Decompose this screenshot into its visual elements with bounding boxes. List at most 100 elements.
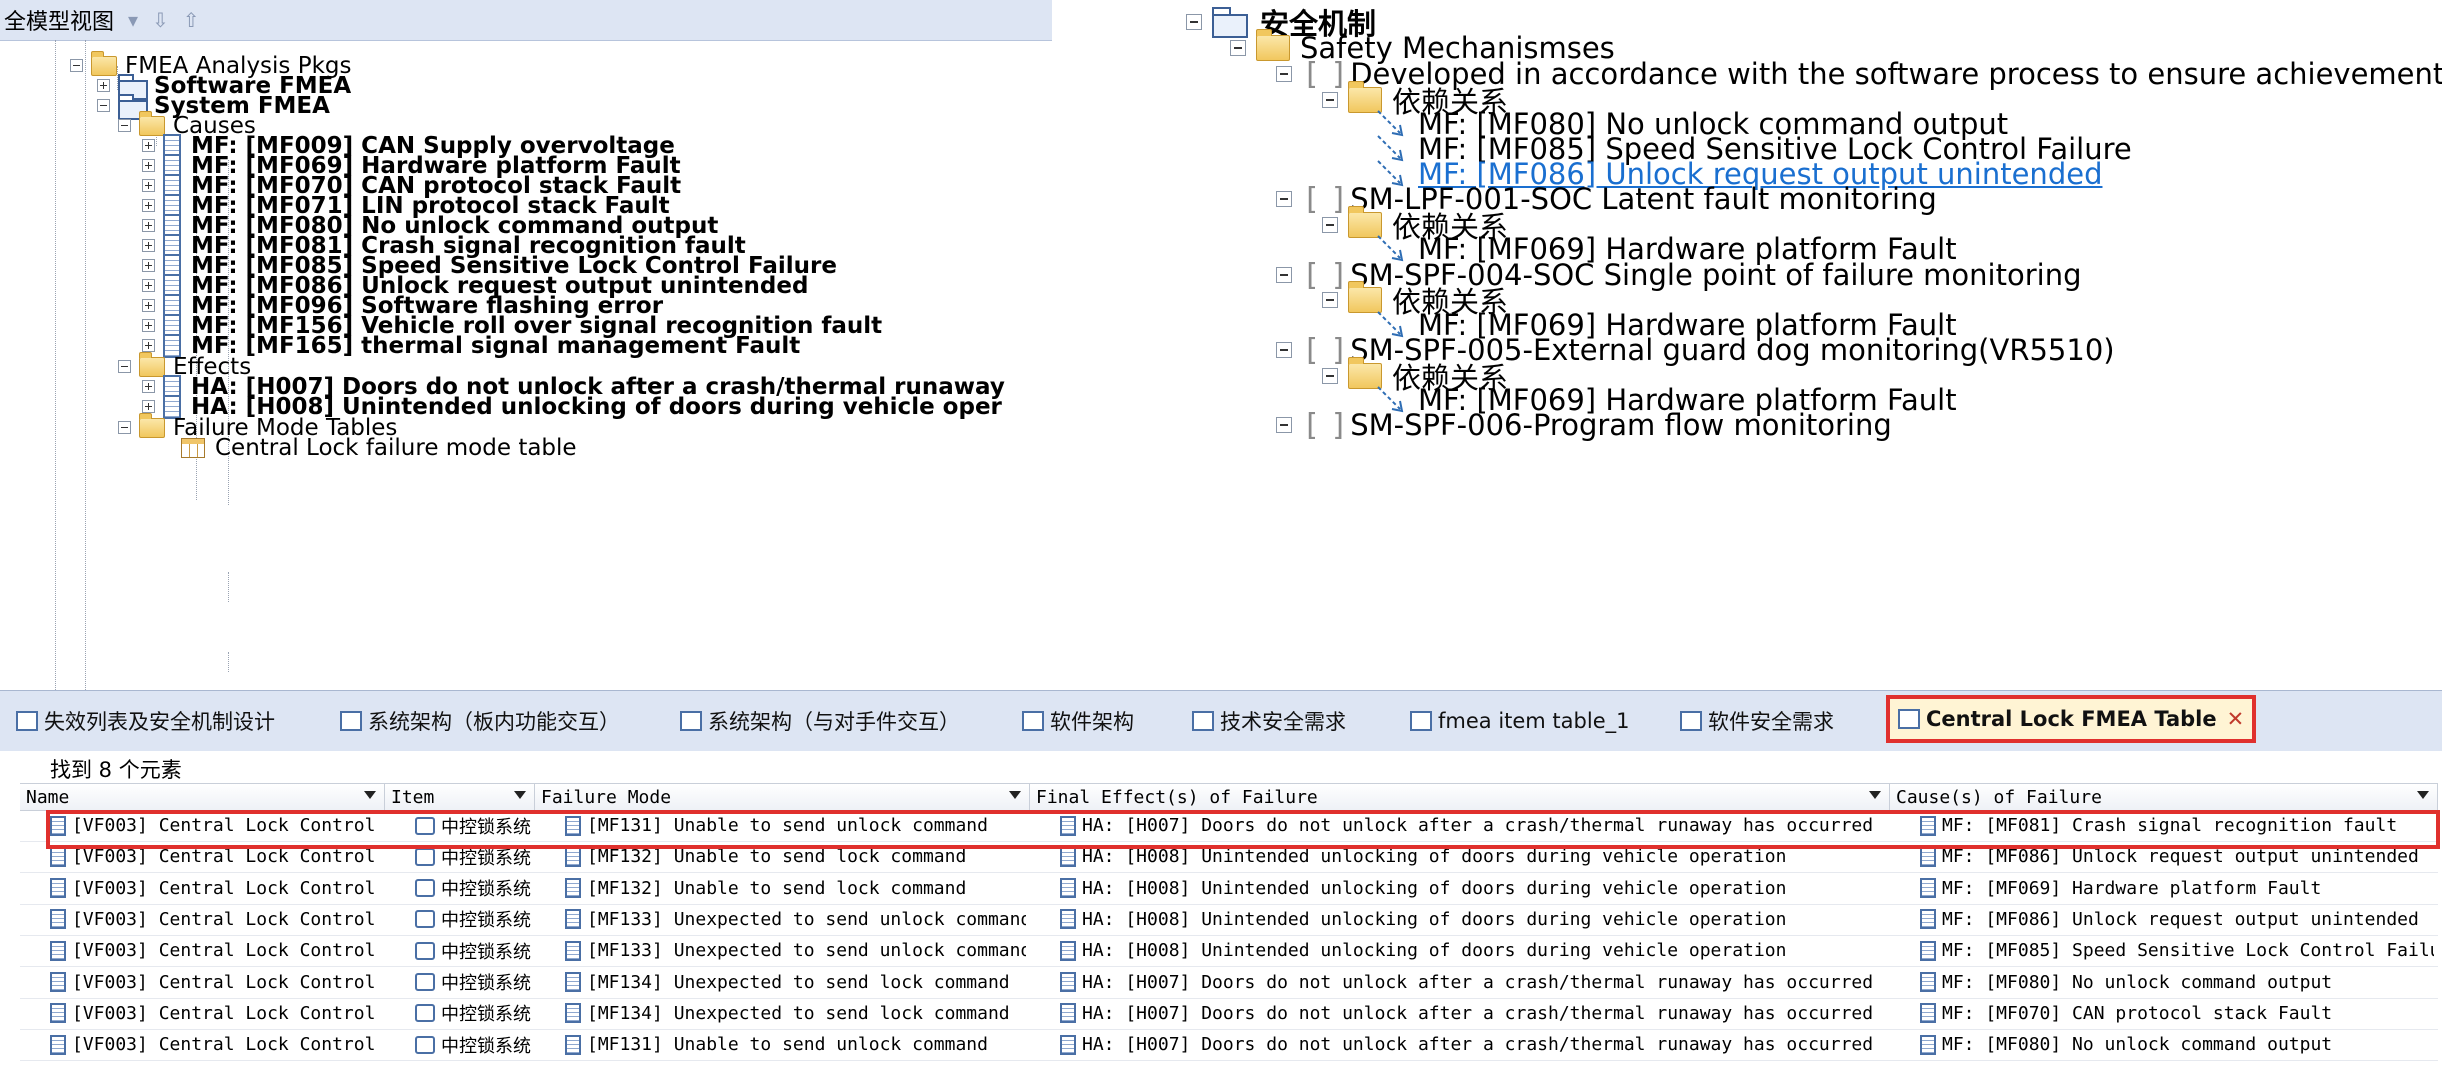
table-cell[interactable]: MF: [MF085] Speed Sensitive Lock Control…	[1920, 935, 2434, 966]
table-cell[interactable]: [VF003] Central Lock Control	[50, 967, 381, 998]
move-down-icon[interactable]: ⇩	[152, 8, 169, 32]
tab-label: 软件安全需求	[1708, 710, 1834, 734]
collapse-icon[interactable]	[1276, 66, 1292, 82]
column-header-3[interactable]: Final Effect(s) of Failure	[1030, 784, 1890, 810]
tab-6[interactable]: 软件安全需求	[1680, 701, 1834, 741]
table-cell[interactable]: [MF132] Unable to send lock command	[565, 841, 1026, 872]
table-cell[interactable]: [MF131] Unable to send unlock command	[565, 1029, 1026, 1060]
table-cell[interactable]: HA: [H007] Doors do not unlock after a c…	[1060, 967, 1886, 998]
table-cell[interactable]: [MF132] Unable to send lock command	[565, 873, 1026, 904]
collapse-icon[interactable]	[1276, 267, 1292, 283]
collapse-icon[interactable]	[1322, 368, 1338, 384]
table-row[interactable]: [VF003] Central Lock Control 中控锁系统 [MF131]…	[20, 1029, 2438, 1062]
table-cell[interactable]: HA: [H008] Unintended unlocking of doors…	[1060, 935, 1886, 966]
element-icon	[1060, 940, 1076, 961]
table-cell[interactable]: MF: [MF081] Crash signal recognition fau…	[1920, 810, 2434, 841]
tab-3[interactable]: 软件架构	[1022, 701, 1134, 741]
collapse-icon[interactable]	[1276, 417, 1292, 433]
table-cell[interactable]: HA: [H007] Doors do not unlock after a c…	[1060, 1029, 1886, 1060]
tree-node[interactable]: Central Lock failure mode table	[160, 432, 577, 463]
table-row[interactable]: [VF003] Central Lock Control 中控锁系统 [MF133]…	[20, 935, 2438, 968]
element-icon	[50, 1034, 66, 1055]
table-cell[interactable]: [VF003] Central Lock Control	[50, 810, 381, 841]
column-filter-icon[interactable]	[1869, 791, 1881, 799]
column-filter-icon[interactable]	[1009, 791, 1021, 799]
model-tree-title[interactable]: 全模型视图	[4, 4, 114, 36]
collapse-icon[interactable]	[1322, 92, 1338, 108]
table-row[interactable]: [VF003] Central Lock Control 中控锁系统 [MF133]…	[20, 904, 2438, 936]
table-cell[interactable]: MF: [MF080] No unlock command output	[1920, 1029, 2434, 1060]
tab-0[interactable]: 失效列表及安全机制设计	[16, 701, 275, 741]
table-cell[interactable]: [VF003] Central Lock Control	[50, 935, 381, 966]
column-filter-icon[interactable]	[2417, 791, 2429, 799]
table-cell[interactable]: MF: [MF069] Hardware platform Fault	[1920, 873, 2434, 904]
table-cell[interactable]: HA: [H008] Unintended unlocking of doors…	[1060, 841, 1886, 872]
column-filter-icon[interactable]	[364, 791, 376, 799]
move-up-icon[interactable]: ⇧	[183, 8, 200, 32]
table-cell[interactable]: [VF003] Central Lock Control	[50, 873, 381, 904]
table-cell[interactable]: HA: [H007] Doors do not unlock after a c…	[1060, 810, 1886, 841]
table-cell[interactable]: [VF003] Central Lock Control	[50, 904, 381, 935]
diagram-icon	[1680, 711, 1702, 731]
collapse-icon[interactable]	[118, 421, 131, 434]
table-cell[interactable]: 中控锁系统	[415, 967, 531, 998]
collapse-icon[interactable]	[97, 99, 110, 112]
table-cell[interactable]: HA: [H008] Unintended unlocking of doors…	[1060, 873, 1886, 904]
element-icon	[50, 878, 66, 899]
column-header-0[interactable]: Name	[20, 784, 385, 810]
tab-5[interactable]: fmea item table_1	[1410, 701, 1629, 741]
view-dropdown-icon[interactable]: ▾	[128, 8, 138, 32]
table-cell[interactable]: [MF133] Unexpected to send unlock comman…	[565, 935, 1026, 966]
table-cell[interactable]: 中控锁系统	[415, 935, 531, 966]
table-row[interactable]: [VF003] Central Lock Control 中控锁系统 [MF134]…	[20, 967, 2438, 999]
column-header-1[interactable]: Item	[385, 784, 535, 810]
collapse-icon[interactable]	[1322, 217, 1338, 233]
element-icon	[565, 878, 581, 899]
element-icon	[1920, 972, 1936, 992]
collapse-icon[interactable]	[1276, 342, 1292, 358]
table-cell[interactable]: [VF003] Central Lock Control	[50, 998, 381, 1029]
table-cell[interactable]: HA: [H007] Doors do not unlock after a c…	[1060, 998, 1886, 1029]
table-cell[interactable]: [MF134] Unexpected to send lock command	[565, 967, 1026, 998]
collapse-icon[interactable]	[118, 119, 131, 132]
tab-label: 技术安全需求	[1220, 710, 1346, 734]
column-header-4[interactable]: Cause(s) of Failure	[1890, 784, 2438, 810]
safety-tree-node[interactable]: [ ] SM-SPF-006-Program flow monitoring	[1276, 406, 1892, 444]
table-cell[interactable]: HA: [H008] Unintended unlocking of doors…	[1060, 904, 1886, 935]
collapse-icon[interactable]	[1322, 292, 1338, 308]
table-cell[interactable]: 中控锁系统	[415, 841, 531, 872]
collapse-icon[interactable]	[118, 360, 131, 373]
table-row[interactable]: [VF003] Central Lock Control 中控锁系统 [MF134]…	[20, 998, 2438, 1030]
collapse-icon[interactable]	[1276, 191, 1292, 207]
table-cell[interactable]: MF: [MF080] No unlock command output	[1920, 967, 2434, 998]
tab-1[interactable]: 系统架构（板内功能交互）	[340, 701, 620, 741]
table-cell[interactable]: [VF003] Central Lock Control	[50, 841, 381, 872]
tab-2[interactable]: 系统架构（与对手件交互）	[680, 701, 960, 741]
element-icon	[1060, 878, 1076, 899]
table-cell[interactable]: MF: [MF086] Unlock request output uninte…	[1920, 904, 2434, 935]
column-header-label: Final Effect(s) of Failure	[1036, 786, 1318, 808]
column-filter-icon[interactable]	[514, 791, 526, 799]
table-cell[interactable]: 中控锁系统	[415, 873, 531, 904]
table-row[interactable]: [VF003] Central Lock Control 中控锁系统 [MF132]…	[20, 873, 2438, 905]
collapse-icon[interactable]	[1186, 14, 1202, 30]
table-cell[interactable]: 中控锁系统	[415, 810, 531, 841]
collapse-icon[interactable]	[70, 59, 83, 72]
table-row[interactable]: [VF003] Central Lock Control 中控锁系统 [MF131]…	[20, 810, 2438, 842]
table-cell[interactable]: MF: [MF086] Unlock request output uninte…	[1920, 841, 2434, 872]
close-icon[interactable]: ✕	[2227, 707, 2245, 731]
table-cell[interactable]: 中控锁系统	[415, 904, 531, 935]
table-row[interactable]: [VF003] Central Lock Control 中控锁系统 [MF132]…	[20, 841, 2438, 874]
column-header-2[interactable]: Failure Mode	[535, 784, 1030, 810]
collapse-icon[interactable]	[1230, 40, 1246, 56]
table-cell-text: 中控锁系统	[441, 1035, 531, 1057]
table-cell[interactable]: [MF133] Unexpected to send unlock comman…	[565, 904, 1026, 935]
tab-4[interactable]: 技术安全需求	[1192, 701, 1346, 741]
table-cell[interactable]: 中控锁系统	[415, 998, 531, 1029]
tab-7[interactable]: Central Lock FMEA Table ✕	[1886, 695, 2257, 743]
table-cell[interactable]: [MF131] Unable to send unlock command	[565, 810, 1026, 841]
table-cell[interactable]: 中控锁系统	[415, 1029, 531, 1060]
table-cell[interactable]: [VF003] Central Lock Control	[50, 1029, 381, 1060]
table-cell[interactable]: [MF134] Unexpected to send lock command	[565, 998, 1026, 1029]
table-cell[interactable]: MF: [MF070] CAN protocol stack Fault	[1920, 998, 2434, 1029]
